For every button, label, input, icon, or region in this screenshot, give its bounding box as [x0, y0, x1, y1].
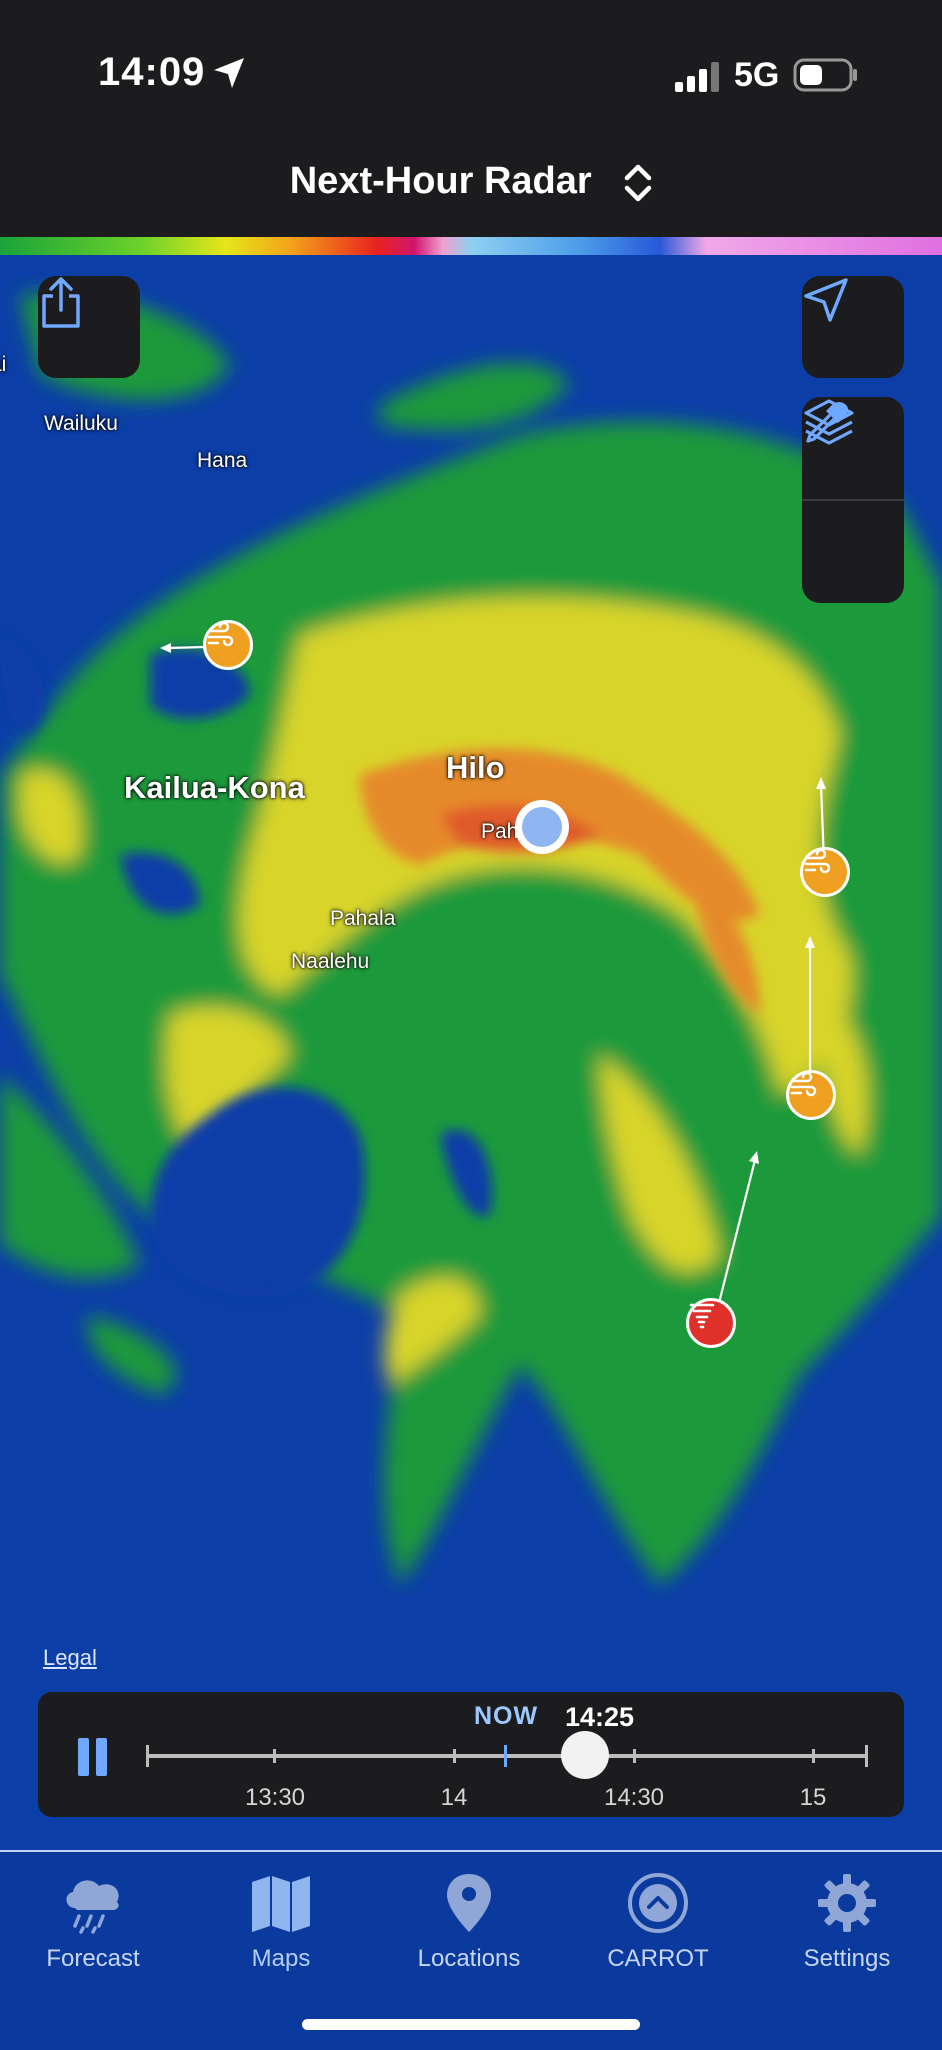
- map-icon: [252, 1876, 310, 1932]
- tab-locations[interactable]: Locations: [384, 1872, 554, 1973]
- current-location-button[interactable]: [802, 276, 904, 378]
- location-arrow-icon: [804, 278, 848, 322]
- place-label-wailuku: Wailuku: [44, 412, 118, 435]
- page-title: Next-Hour Radar: [289, 160, 592, 202]
- tab-carrot[interactable]: CARROT: [573, 1872, 743, 1973]
- tornado-storm-marker[interactable]: [686, 1298, 736, 1348]
- tick-label: 14: [440, 1784, 468, 1811]
- network-type: 5G: [734, 56, 780, 94]
- legal-link[interactable]: Legal: [43, 1645, 97, 1671]
- header: Next-Hour Radar: [0, 130, 942, 237]
- wind-storm-marker[interactable]: [786, 1070, 836, 1120]
- cloud-rain-icon: [66, 1880, 119, 1934]
- wind-storm-marker[interactable]: [203, 620, 253, 670]
- share-icon: [42, 277, 80, 328]
- timeline-scrubber-knob[interactable]: [561, 1731, 609, 1779]
- status-time: 14:09: [98, 50, 206, 94]
- place-label-edge: ai: [0, 353, 7, 376]
- tab-label: Settings: [803, 1945, 891, 1972]
- timeline-player: NOW 14:25 13:30 14 14:30 15: [38, 1692, 904, 1817]
- place-label-kailua-kona: Kailua-Kona: [124, 770, 305, 805]
- now-label: NOW: [474, 1702, 539, 1730]
- location-pin-icon: [447, 1874, 491, 1932]
- tab-label: CARROT: [607, 1945, 709, 1972]
- current-time: 14:25: [565, 1702, 635, 1732]
- carrot-logo-icon: [628, 1873, 688, 1933]
- pause-button[interactable]: [78, 1738, 110, 1776]
- tornado-icon: [689, 1303, 715, 1329]
- radar-map[interactable]: ai Wailuku Hana Kailua-Kona Hilo Pah Pah…: [0, 255, 942, 1850]
- wind-icon: [804, 850, 831, 874]
- wind-icon: [207, 623, 234, 647]
- eyedropper-button[interactable]: [802, 402, 904, 603]
- tab-forecast[interactable]: Forecast: [8, 1872, 178, 1973]
- tick-label: 15: [799, 1784, 827, 1811]
- battery-icon: [793, 58, 857, 92]
- place-label-hana: Hana: [197, 449, 248, 472]
- eyedropper-icon: [806, 402, 849, 443]
- share-button[interactable]: [38, 276, 140, 378]
- tab-label: Locations: [417, 1945, 521, 1972]
- place-label-naalehu: Naalehu: [291, 950, 370, 973]
- home-indicator: [302, 2019, 640, 2030]
- location-arrow-icon: [214, 58, 244, 88]
- precipitation-legend-bar: [0, 237, 942, 255]
- place-label-pahala: Pahala: [330, 907, 396, 930]
- wind-icon: [790, 1073, 817, 1097]
- tab-settings[interactable]: Settings: [762, 1872, 932, 1973]
- place-label-hilo: Hilo: [446, 750, 505, 785]
- signal-icon: [675, 62, 719, 92]
- radar-type-selector[interactable]: Next-Hour Radar: [0, 160, 942, 204]
- chevron-up-down-icon: [625, 164, 652, 202]
- place-label-pahoa: Pah: [481, 820, 519, 843]
- status-bar: 14:09 5G: [0, 0, 942, 130]
- map-tools-group: [802, 397, 904, 603]
- timeline-track[interactable]: [146, 1745, 868, 1767]
- tab-maps[interactable]: Maps: [196, 1872, 366, 1973]
- tick-label: 13:30: [244, 1784, 306, 1811]
- radar-precipitation-overlay: [0, 293, 942, 1585]
- wind-storm-marker[interactable]: [800, 847, 850, 897]
- user-location-dot[interactable]: [515, 800, 569, 854]
- tick-label: 14:30: [603, 1784, 665, 1811]
- tab-label: Maps: [251, 1945, 311, 1972]
- gear-icon: [818, 1874, 876, 1932]
- tab-label: Forecast: [46, 1945, 140, 1972]
